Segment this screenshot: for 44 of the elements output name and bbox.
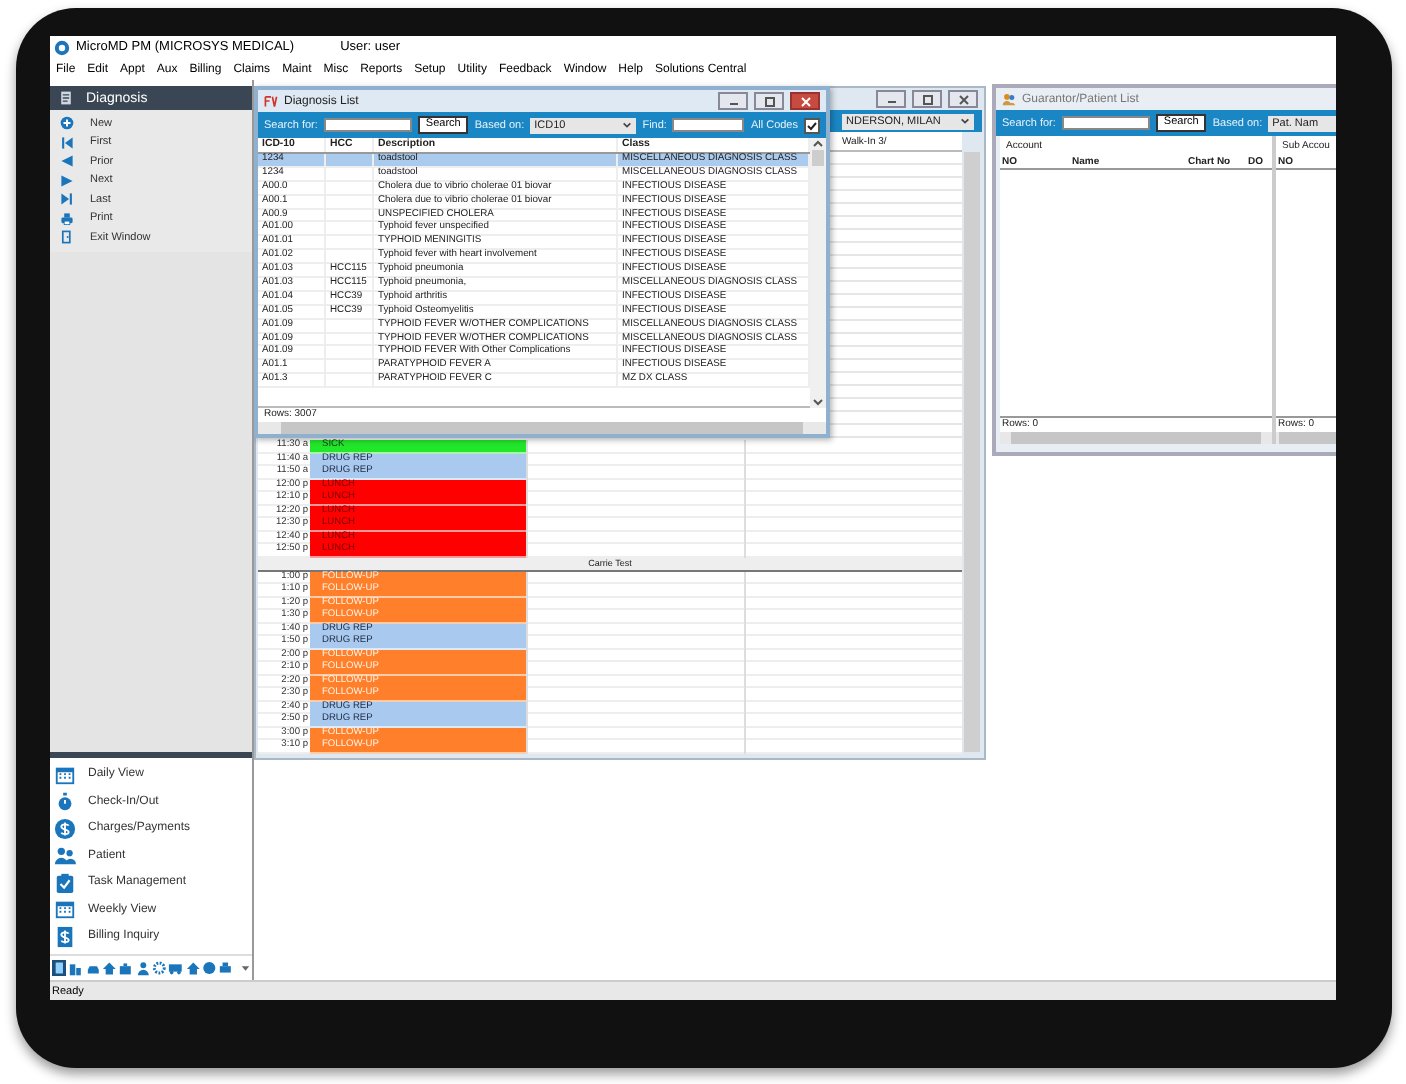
printer-icon[interactable] [218, 960, 233, 976]
scrollbar-thumb[interactable] [812, 150, 824, 166]
horizontal-scrollbar[interactable] [1000, 432, 1272, 444]
maximize-icon [761, 95, 777, 107]
maximize-button[interactable] [754, 92, 784, 110]
horizontal-scrollbar[interactable] [1276, 432, 1336, 444]
maximize-icon [919, 93, 935, 105]
scrollbar[interactable] [964, 152, 980, 752]
plus-icon [60, 116, 74, 131]
door-icon [60, 230, 74, 245]
all-codes-checkbox[interactable] [804, 117, 820, 133]
vertical-scrollbar[interactable] [810, 138, 826, 408]
minimize-button[interactable] [876, 90, 906, 108]
app-window-icon [264, 94, 278, 108]
house-icon[interactable] [185, 960, 200, 976]
triangle-left-icon [60, 154, 74, 169]
document-icon[interactable] [52, 960, 67, 976]
caret-icon[interactable] [240, 962, 252, 974]
people-icon [54, 844, 76, 867]
horizontal-scrollbar[interactable] [258, 422, 826, 434]
maximize-button[interactable] [912, 90, 942, 108]
bag-icon[interactable] [118, 960, 134, 976]
search-field[interactable] [1061, 116, 1150, 130]
close-button[interactable] [790, 92, 820, 110]
find-field[interactable] [672, 118, 745, 132]
minimize-button[interactable] [718, 92, 748, 110]
splitter-handle[interactable] [50, 751, 252, 757]
coin-icon[interactable] [201, 960, 217, 976]
close-icon [797, 95, 813, 107]
skip-first-icon [60, 135, 74, 150]
search-field[interactable] [323, 118, 412, 132]
building-icon[interactable] [68, 960, 84, 976]
person-icon[interactable] [135, 960, 150, 976]
people-icon [1002, 92, 1016, 106]
scroll-down-icon[interactable] [812, 396, 824, 408]
scroll-up-icon[interactable] [812, 138, 824, 150]
skip-last-icon [60, 192, 74, 207]
triangle-right-icon [60, 173, 74, 188]
chevron-down-icon [960, 116, 970, 126]
printer-icon [60, 211, 74, 226]
bus-icon[interactable] [168, 960, 183, 976]
close-icon [955, 93, 971, 105]
chevron-down-icon [622, 120, 633, 130]
close-button[interactable] [948, 90, 978, 108]
